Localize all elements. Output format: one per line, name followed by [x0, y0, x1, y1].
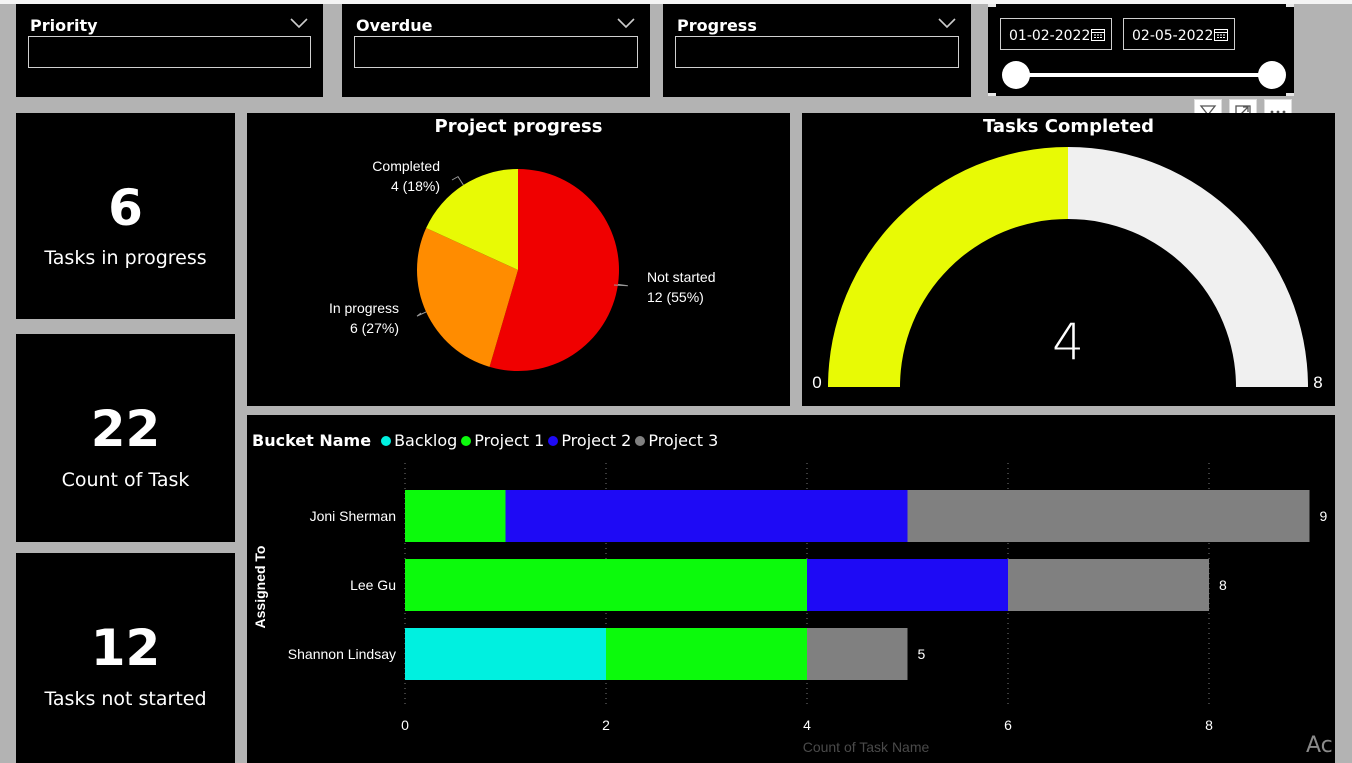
gauge-min-label: 0 — [812, 373, 821, 392]
x-tick-label: 8 — [1205, 717, 1213, 733]
slicer-priority[interactable]: Priority — [16, 4, 323, 97]
slice-value-label: 6 (27%) — [350, 320, 399, 336]
y-category-label: Shannon Lindsay — [288, 646, 396, 662]
selection-corner — [988, 4, 996, 7]
priority-dropdown[interactable] — [28, 36, 311, 68]
bar-segment-project-1[interactable] — [405, 559, 807, 611]
date-range-track[interactable] — [1016, 73, 1272, 77]
date-range-slicer[interactable]: 01-02-2022 02-05-2022 — [988, 4, 1294, 96]
x-tick-label: 2 — [602, 717, 610, 733]
pie-chart: Not started 12 (55%) In progress 6 (27%) Com… — [329, 158, 715, 372]
y-axis-title: Assigned To — [252, 546, 268, 629]
slice-name-label: Not started — [647, 269, 715, 285]
overdue-dropdown[interactable] — [354, 36, 638, 68]
range-start-handle[interactable] — [1002, 61, 1030, 89]
gauge-max-label: 8 — [1313, 373, 1322, 392]
bar-segment-backlog[interactable] — [405, 628, 606, 680]
progress-dropdown[interactable] — [675, 36, 959, 68]
chevron-down-icon[interactable] — [289, 16, 309, 30]
slice-value-label: 4 (18%) — [391, 178, 440, 194]
page-scrollbar[interactable] — [1340, 112, 1352, 763]
bar-segment-project-2[interactable] — [505, 490, 908, 542]
bar-segment-project-3[interactable] — [907, 490, 1310, 542]
x-tick-label: 0 — [401, 717, 409, 733]
slice-name-label: In progress — [329, 300, 399, 316]
x-tick-label: 4 — [803, 717, 811, 733]
card-count-of-task[interactable]: 22 Count of Task — [16, 334, 235, 542]
gauge-chart: 4 0 8 — [812, 147, 1323, 392]
card-value: 6 — [108, 179, 143, 237]
project-progress-visual[interactable]: Project progress Not started 12 (55%) In p… — [247, 113, 790, 406]
card-label: Tasks in progress — [44, 247, 207, 269]
card-tasks-in-progress[interactable]: 6 Tasks in progress — [16, 113, 235, 319]
stacked-bar-chart: 0 2 4 6 8 Joni Sherman 9 Lee Gu 8 Shannon Lindsay… — [252, 463, 1328, 755]
y-category-label: Joni Sherman — [310, 508, 396, 524]
card-label: Tasks not started — [44, 688, 207, 710]
start-date-value: 01-02-2022 — [1009, 28, 1091, 44]
start-date-input[interactable]: 01-02-2022 — [1000, 18, 1112, 50]
card-value: 12 — [90, 619, 161, 677]
tasks-completed-visual[interactable]: Tasks Completed 408 — [802, 113, 1335, 406]
bar-total-label: 5 — [918, 646, 926, 662]
slicer-title: Progress — [677, 16, 757, 35]
slicer-overdue[interactable]: Overdue — [342, 4, 650, 97]
x-tick-label: 6 — [1004, 717, 1012, 733]
gauge-remaining-arc — [1068, 147, 1308, 387]
slice-value-label: 12 (55%) — [647, 289, 704, 305]
bar-segment-project-3[interactable] — [807, 628, 908, 680]
bar-segment-project-2[interactable] — [807, 559, 1008, 611]
selection-corner — [1286, 93, 1294, 96]
x-axis-title: Count of Task Name — [803, 739, 930, 755]
gauge-value-arc[interactable] — [828, 147, 1068, 387]
calendar-icon[interactable] — [1091, 28, 1105, 41]
bar-segment-project-3[interactable] — [1008, 559, 1209, 611]
card-label: Count of Task — [61, 469, 190, 491]
end-date-input[interactable]: 02-05-2022 — [1123, 18, 1235, 50]
chevron-down-icon[interactable] — [616, 16, 636, 30]
bar-total-label: 9 — [1320, 508, 1328, 524]
card-value: 22 — [90, 400, 161, 458]
chevron-down-icon[interactable] — [937, 16, 957, 30]
tasks-by-assignee-visual[interactable]: Bucket Name Backlog Project 1 Project 2 Proj… — [247, 415, 1335, 763]
slicer-progress[interactable]: Progress — [663, 4, 971, 97]
slicer-title: Priority — [30, 16, 98, 35]
selection-corner — [988, 93, 996, 96]
calendar-icon[interactable] — [1214, 28, 1228, 41]
slice-name-label: Completed — [372, 158, 440, 174]
bar-total-label: 8 — [1219, 577, 1227, 593]
end-date-value: 02-05-2022 — [1132, 28, 1214, 44]
slicer-title: Overdue — [356, 16, 433, 35]
y-category-label: Lee Gu — [350, 577, 396, 593]
bar-segment-project-1[interactable] — [606, 628, 807, 680]
activation-watermark: Ac — [1306, 733, 1333, 758]
range-end-handle[interactable] — [1258, 61, 1286, 89]
selection-corner — [1286, 4, 1294, 7]
gauge-value-label: 4 — [1052, 313, 1084, 371]
leader-line — [416, 311, 427, 317]
bar-segment-project-1[interactable] — [405, 490, 506, 542]
leader-line — [451, 175, 464, 186]
card-tasks-not-started[interactable]: 12 Tasks not started — [16, 553, 235, 763]
